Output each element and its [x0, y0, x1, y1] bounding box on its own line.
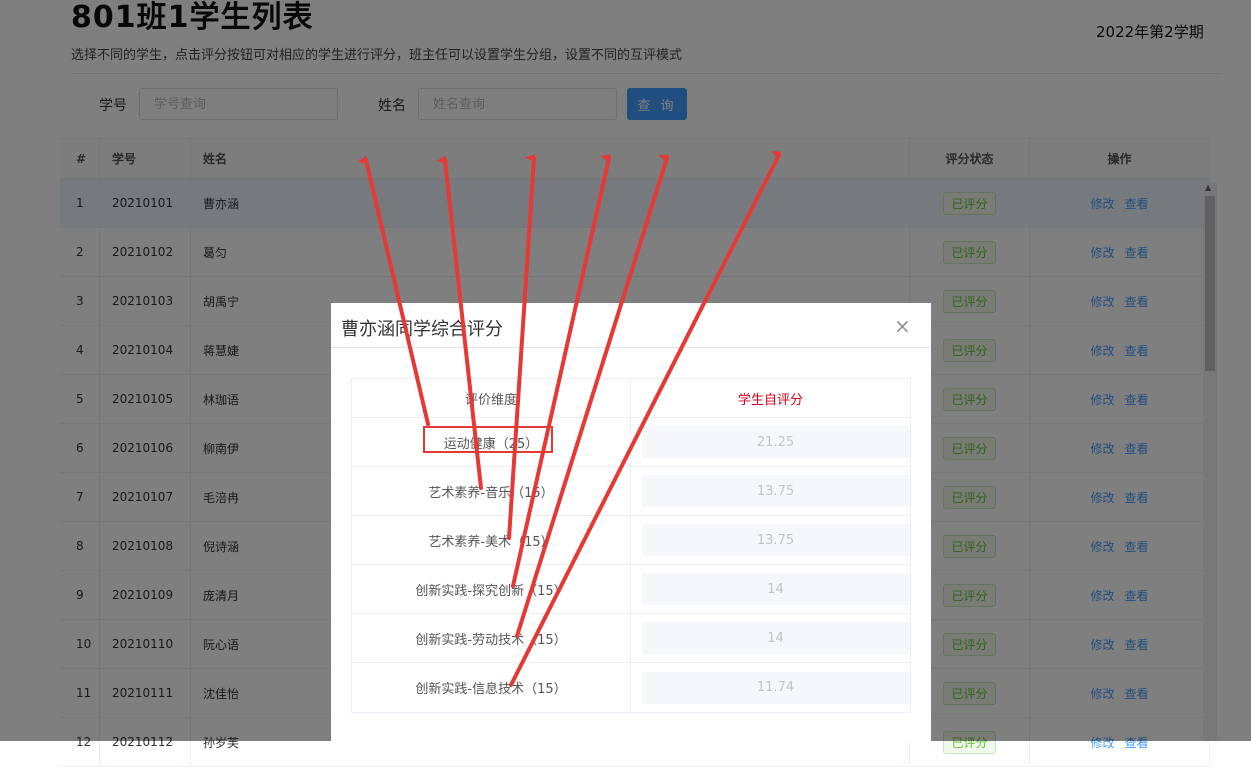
arrow-2: [436, 155, 483, 490]
page: 801班1学生列表 选择不同的学生，点击评分按钮可对相应的学生进行评分，班主任可…: [0, 0, 1251, 767]
arrow-3: [507, 154, 536, 540]
annotation-arrows: [357, 150, 782, 687]
arrow-1: [357, 155, 430, 426]
